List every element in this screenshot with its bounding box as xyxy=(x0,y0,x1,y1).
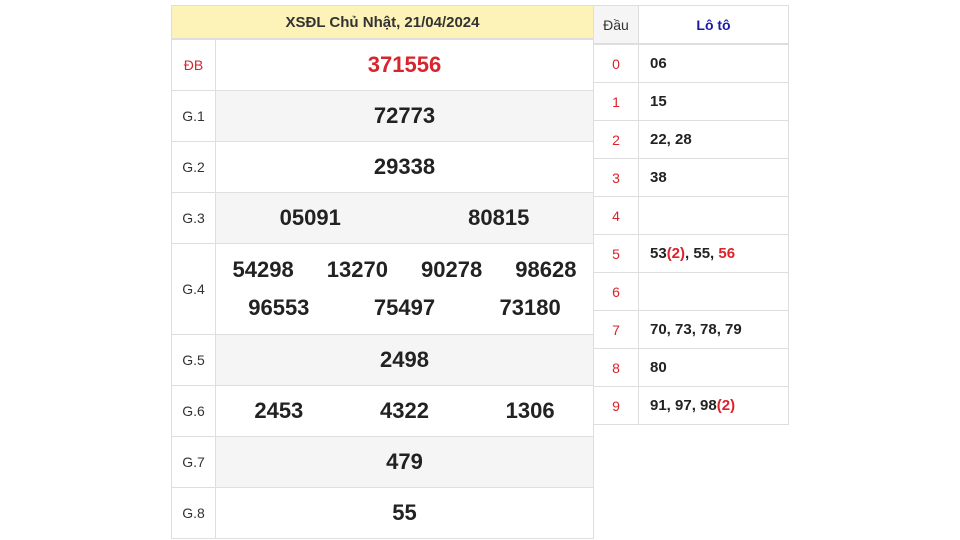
loto-head-digit: 5 xyxy=(594,235,639,272)
prize-number: 4322 xyxy=(380,398,429,423)
loto-table: Đầu Lô tô 0 06 1 15 2 22, 28 3 38 4 5 53… xyxy=(593,5,789,425)
header-dau: Đầu xyxy=(594,6,639,43)
loto-head-digit: 7 xyxy=(594,311,639,348)
loto-head-digit: 2 xyxy=(594,121,639,158)
prize-number: 05091 xyxy=(279,205,341,230)
loto-row: 5 53 (2), 55, 56 xyxy=(594,234,788,272)
loto-head-digit: 4 xyxy=(594,197,639,234)
prize-label: G.2 xyxy=(172,142,216,192)
loto-values xyxy=(639,197,788,234)
loto-values: 15 xyxy=(650,93,667,110)
loto-row: 9 91, 97, 98 (2) xyxy=(594,386,788,424)
loto-head-digit: 3 xyxy=(594,159,639,196)
results-table: XSĐL Chủ Nhật, 21/04/2024 ĐB 371556 G.1 … xyxy=(171,5,594,539)
loto-row: 3 38 xyxy=(594,158,788,196)
loto-values: 22, 28 xyxy=(650,131,692,148)
prize-label: G.1 xyxy=(172,91,216,141)
prize-number: 75497 xyxy=(373,295,436,320)
prize-number: 29338 xyxy=(373,154,436,179)
loto-row: 0 06 xyxy=(594,44,788,82)
loto-row: 7 70, 73, 78, 79 xyxy=(594,310,788,348)
prize-row-db: ĐB 371556 xyxy=(172,39,593,90)
loto-repeat-count: (2) xyxy=(666,245,686,262)
prize-row-g3: G.3 05091 80815 xyxy=(172,192,593,243)
loto-head-digit: 0 xyxy=(594,45,639,82)
loto-values: 53 (2), 55, 56 xyxy=(639,235,788,272)
loto-value: 91, 97, 98 xyxy=(650,397,717,414)
prize-label: G.7 xyxy=(172,437,216,487)
prize-label: G.3 xyxy=(172,193,216,243)
loto-value: , 55, xyxy=(685,245,719,262)
loto-row: 8 80 xyxy=(594,348,788,386)
prize-line: 54298 13270 90278 98628 xyxy=(216,257,593,283)
prize-row-g8: G.8 55 xyxy=(172,487,593,538)
prize-row-g1: G.1 72773 xyxy=(172,90,593,141)
prize-label: G.8 xyxy=(172,488,216,538)
prize-row-g6: G.6 2453 4322 1306 xyxy=(172,385,593,436)
loto-head-digit: 8 xyxy=(594,349,639,386)
loto-head-digit: 6 xyxy=(594,273,639,310)
prize-number: 80815 xyxy=(468,205,530,230)
prize-number: 96553 xyxy=(248,295,310,320)
loto-row: 1 15 xyxy=(594,82,788,120)
loto-row: 4 xyxy=(594,196,788,234)
prize-number: 98628 xyxy=(515,257,577,282)
prize-number: 72773 xyxy=(373,103,436,128)
loto-repeat-count: (2) xyxy=(716,397,736,414)
loto-row: 6 xyxy=(594,272,788,310)
loto-values: 70, 73, 78, 79 xyxy=(650,321,742,338)
prize-label: G.6 xyxy=(172,386,216,436)
loto-value: 53 xyxy=(650,245,667,262)
prize-number: 479 xyxy=(386,449,423,474)
prize-number: 55 xyxy=(392,500,417,525)
prize-number: 13270 xyxy=(326,257,388,282)
prize-number: 2453 xyxy=(254,398,304,423)
prize-row-g2: G.2 29338 xyxy=(172,141,593,192)
loto-values: 06 xyxy=(650,55,667,72)
loto-head-digit: 1 xyxy=(594,83,639,120)
prize-number: 54298 xyxy=(232,257,294,282)
loto-values xyxy=(639,273,788,310)
prize-label: G.4 xyxy=(172,244,216,334)
prize-row-g4: G.4 54298 13270 90278 98628 96553 75497 … xyxy=(172,243,593,334)
loto-head-digit: 9 xyxy=(594,387,639,424)
loto-row: 2 22, 28 xyxy=(594,120,788,158)
prize-number: 2498 xyxy=(380,347,429,372)
prize-label: G.5 xyxy=(172,335,216,385)
prize-number: 90278 xyxy=(421,257,483,282)
prize-row-g5: G.5 2498 xyxy=(172,334,593,385)
special-prize-number: 371556 xyxy=(367,52,442,77)
loto-header: Đầu Lô tô xyxy=(594,6,788,44)
prize-number: 73180 xyxy=(499,295,561,320)
loto-values: 80 xyxy=(650,359,667,376)
prize-number: 1306 xyxy=(505,398,555,423)
loto-special-value: 56 xyxy=(718,245,736,262)
header-loto: Lô tô xyxy=(639,6,788,43)
loto-values: 91, 97, 98 (2) xyxy=(639,387,788,424)
prize-row-g7: G.7 479 xyxy=(172,436,593,487)
results-title: XSĐL Chủ Nhật, 21/04/2024 xyxy=(172,6,593,39)
prize-line: 96553 75497 73180 xyxy=(216,295,593,321)
prize-label: ĐB xyxy=(172,40,216,90)
loto-values: 38 xyxy=(650,169,667,186)
